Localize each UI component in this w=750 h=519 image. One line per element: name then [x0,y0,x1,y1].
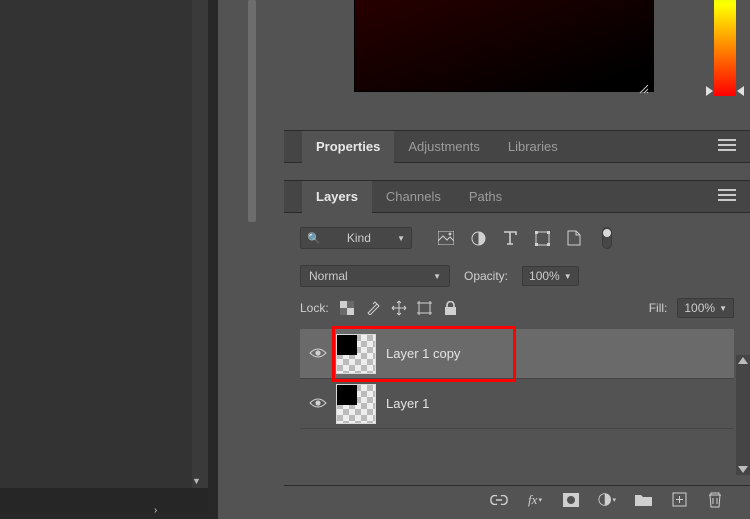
panel-gutter [218,0,234,519]
layer-thumbnail[interactable] [336,384,376,424]
layers-scrollbar[interactable] [736,355,750,475]
hue-pointer-right-icon [737,86,744,96]
filter-shape-icon[interactable] [534,230,550,246]
opacity-input[interactable]: 100% ▼ [522,266,579,286]
add-mask-icon[interactable] [562,491,580,509]
visibility-toggle-icon[interactable] [306,396,330,412]
lock-artboard-icon[interactable] [417,300,433,316]
new-group-icon[interactable] [634,491,652,509]
layers-tabs: Layers Channels Paths [284,181,750,213]
lock-all-icon[interactable] [443,300,459,316]
filter-toggle[interactable] [602,227,612,249]
resize-handle-icon[interactable] [639,84,649,94]
scroll-up-icon[interactable] [738,357,748,364]
layer-row[interactable]: Layer 1 [300,379,734,429]
hamburger-icon [718,189,736,201]
fill-value: 100% [684,301,715,315]
scroll-thumb[interactable] [248,0,256,222]
status-bar [0,488,208,512]
new-adjustment-layer-icon[interactable]: ▾ [598,491,616,509]
opacity-value: 100% [529,269,560,283]
lock-transparency-icon[interactable] [339,300,355,316]
properties-panel-group: Properties Adjustments Libraries [284,130,750,179]
layer-thumbnail[interactable] [336,334,376,374]
new-layer-icon[interactable] [670,491,688,509]
chevron-down-icon: ▼ [719,304,727,313]
color-field[interactable] [354,0,654,92]
tab-layers[interactable]: Layers [302,181,372,213]
properties-body [284,163,750,179]
filter-pixel-icon[interactable] [438,230,454,246]
panel-menu-button[interactable] [718,189,736,204]
blend-mode-dropdown[interactable]: Normal ▼ [300,265,450,287]
lock-pixels-icon[interactable] [365,300,381,316]
filter-adjustment-icon[interactable] [470,230,486,246]
link-layers-icon[interactable] [490,491,508,509]
lock-fill-row: Lock: Fill: 100% ▼ [300,295,734,321]
toggle-dot-icon [603,229,611,237]
layer-filter-dropdown[interactable]: 🔍 Kind ▼ [300,227,412,249]
layer-effects-icon[interactable]: fx▾ [526,491,544,509]
tab-paths[interactable]: Paths [455,181,516,213]
filter-icons [438,227,612,249]
filter-type-icon[interactable] [502,230,518,246]
search-icon: 🔍 [307,232,321,245]
canvas-scrollbar[interactable] [192,0,208,488]
layers-panel-group: Layers Channels Paths 🔍 Kind ▼ [284,180,750,437]
right-panel-stack: Properties Adjustments Libraries Layers … [270,0,750,519]
panel-gutter-scroll [234,0,264,519]
canvas-region[interactable] [0,0,192,488]
layer-row[interactable]: Layer 1 copy [300,329,734,379]
document-area: ▼ › [0,0,218,519]
layer-list: Layer 1 copy Layer 1 [300,329,734,429]
tab-adjustments[interactable]: Adjustments [394,131,494,163]
scroll-down-icon[interactable]: ▼ [192,476,201,486]
hue-slider[interactable] [714,0,736,96]
blend-opacity-row: Normal ▼ Opacity: 100% ▼ [300,261,734,291]
hue-pointer-left-icon [706,86,713,96]
fill-label[interactable]: Fill: [649,301,668,315]
scroll-down-icon[interactable] [738,466,748,473]
layers-filter-row: 🔍 Kind ▼ [300,223,734,253]
tab-properties[interactable]: Properties [302,131,394,163]
tab-channels[interactable]: Channels [372,181,455,213]
blend-mode-label: Normal [309,269,348,283]
layer-name[interactable]: Layer 1 [386,396,429,411]
chevron-down-icon: ▼ [397,234,405,243]
expand-chevron-icon[interactable]: › [154,505,157,516]
lock-label: Lock: [300,301,329,315]
chevron-down-icon: ▼ [564,272,572,281]
layer-name[interactable]: Layer 1 copy [386,346,460,361]
tab-libraries[interactable]: Libraries [494,131,572,163]
fill-input[interactable]: 100% ▼ [677,298,734,318]
opacity-label[interactable]: Opacity: [464,269,508,283]
layer-filter-label: Kind [347,231,371,245]
filter-smartobject-icon[interactable] [566,230,582,246]
chevron-down-icon: ▼ [433,272,441,281]
delete-layer-icon[interactable] [706,491,724,509]
properties-tabs: Properties Adjustments Libraries [284,131,750,163]
hamburger-icon [718,139,736,151]
layers-footer: fx▾ ▾ [284,485,750,513]
lock-position-icon[interactable] [391,300,407,316]
layers-body: 🔍 Kind ▼ Normal ▼ [284,213,750,437]
visibility-toggle-icon[interactable] [306,346,330,362]
panel-menu-button[interactable] [718,139,736,154]
